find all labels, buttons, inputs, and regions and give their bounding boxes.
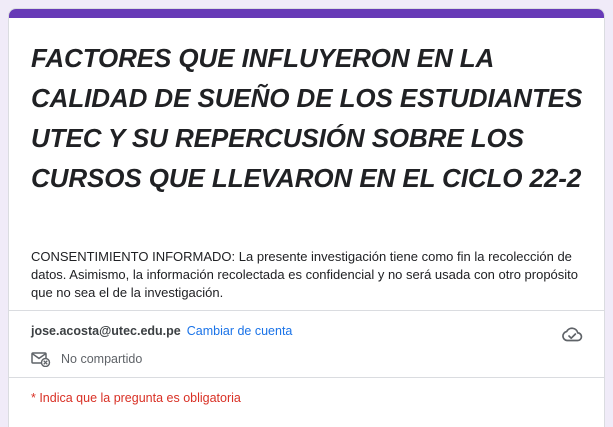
form-title: FACTORES QUE INFLUYERON EN LA CALIDAD DE…: [31, 43, 583, 193]
form-header-card: FACTORES QUE INFLUYERON EN LA CALIDAD DE…: [8, 8, 605, 427]
form-description: CONSENTIMIENTO INFORMADO: La presente in…: [31, 249, 579, 300]
account-row: jose.acosta@utec.edu.pe Cambiar de cuenta: [31, 323, 292, 339]
account-email: jose.acosta@utec.edu.pe: [31, 324, 181, 338]
switch-account-link[interactable]: Cambiar de cuenta: [187, 324, 293, 338]
required-note: * Indica que la pregunta es obligatoria: [31, 391, 241, 405]
cloud-done-icon: [561, 325, 583, 343]
divider: [9, 310, 604, 311]
sharing-status-label: No compartido: [61, 352, 143, 366]
theme-accent-bar: [9, 9, 604, 18]
mail-not-shared-icon: [31, 351, 51, 368]
sharing-status-row: No compartido: [31, 349, 142, 369]
divider: [9, 377, 604, 378]
